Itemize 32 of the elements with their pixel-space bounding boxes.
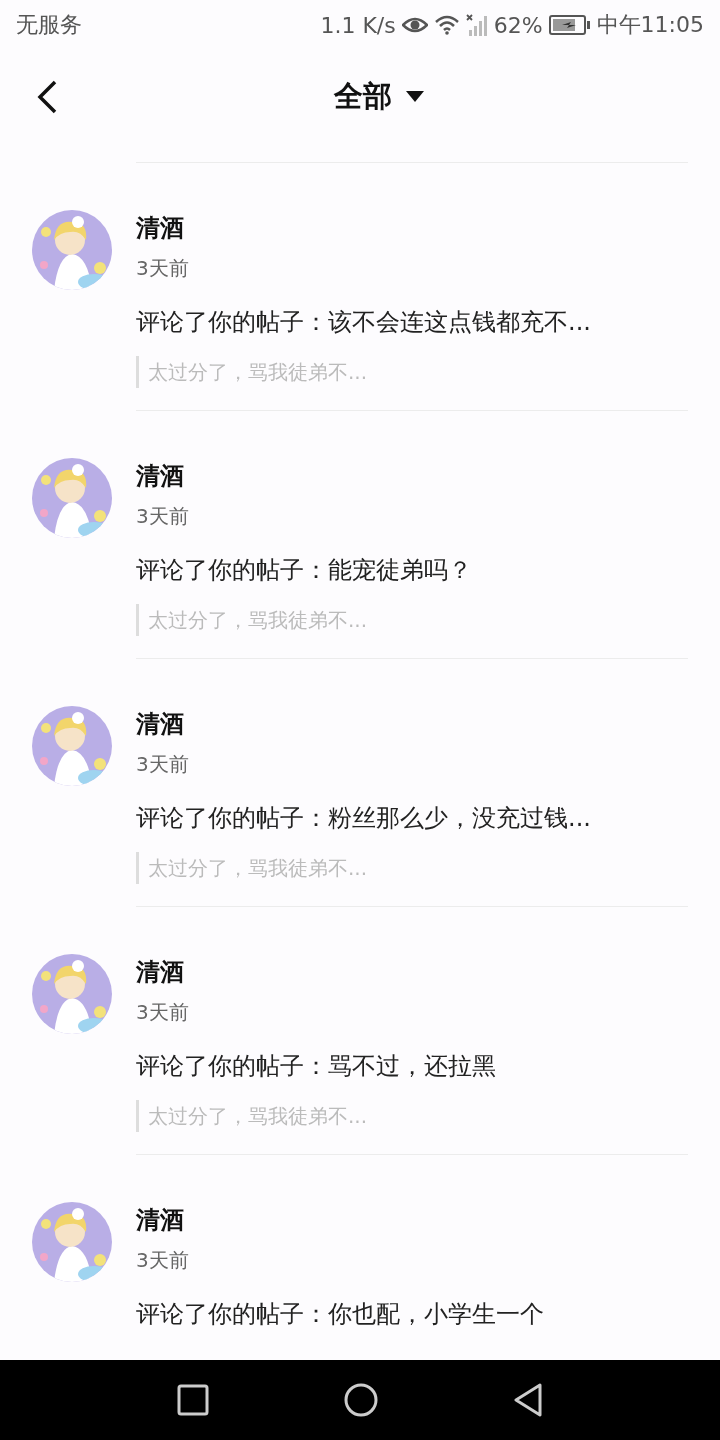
user-name[interactable]: 清酒 <box>136 1202 688 1238</box>
timestamp: 3天前 <box>136 1247 190 1274</box>
comment-text[interactable]: 评论了你的帖子：能宠徒弟吗？ <box>136 552 688 588</box>
comment-text[interactable]: 评论了你的帖子：该不会连这点钱都充不... <box>136 304 688 340</box>
home-icon[interactable] <box>344 1383 378 1417</box>
timestamp: 3天前 <box>136 751 190 778</box>
user-name[interactable]: 清酒 <box>136 706 688 742</box>
signal-icon <box>465 14 488 36</box>
caret-icon <box>406 91 424 103</box>
carrier-text: 无服务 <box>16 11 82 39</box>
user-name[interactable]: 清酒 <box>136 458 688 494</box>
network-speed: 1.1 K/s <box>320 12 396 38</box>
comment-text[interactable]: 评论了你的帖子：粉丝那么少，没充过钱... <box>136 800 688 836</box>
timestamp: 3天前 <box>136 255 190 282</box>
comment-text[interactable]: 评论了你的帖子：你也配，小学生一个 <box>136 1296 688 1332</box>
battery-percent: 62% <box>493 12 543 38</box>
clock-time: 中午11:05 <box>596 11 704 39</box>
user-name[interactable]: 清酒 <box>136 210 688 246</box>
quoted-text: 太过分了，骂我徒弟不... <box>136 356 688 388</box>
comment-text[interactable]: 评论了你的帖子：骂不过，还拉黑 <box>136 1048 688 1084</box>
back-icon[interactable] <box>512 1383 543 1417</box>
quoted-text: 太过分了，骂我徒弟不... <box>136 1100 688 1132</box>
user-name[interactable]: 清酒 <box>136 954 688 990</box>
timestamp: 3天前 <box>136 999 190 1026</box>
timestamp: 3天前 <box>136 503 190 530</box>
filter-dropdown[interactable]: 全部 <box>334 77 424 117</box>
quoted-text: 太过分了，骂我徒弟不... <box>136 852 688 884</box>
wifi-icon <box>433 15 460 35</box>
battery-icon <box>548 15 591 35</box>
eye-icon <box>401 16 428 34</box>
recent-apps-icon[interactable] <box>177 1384 210 1416</box>
quoted-text: 太过分了，骂我徒弟不... <box>136 604 688 636</box>
